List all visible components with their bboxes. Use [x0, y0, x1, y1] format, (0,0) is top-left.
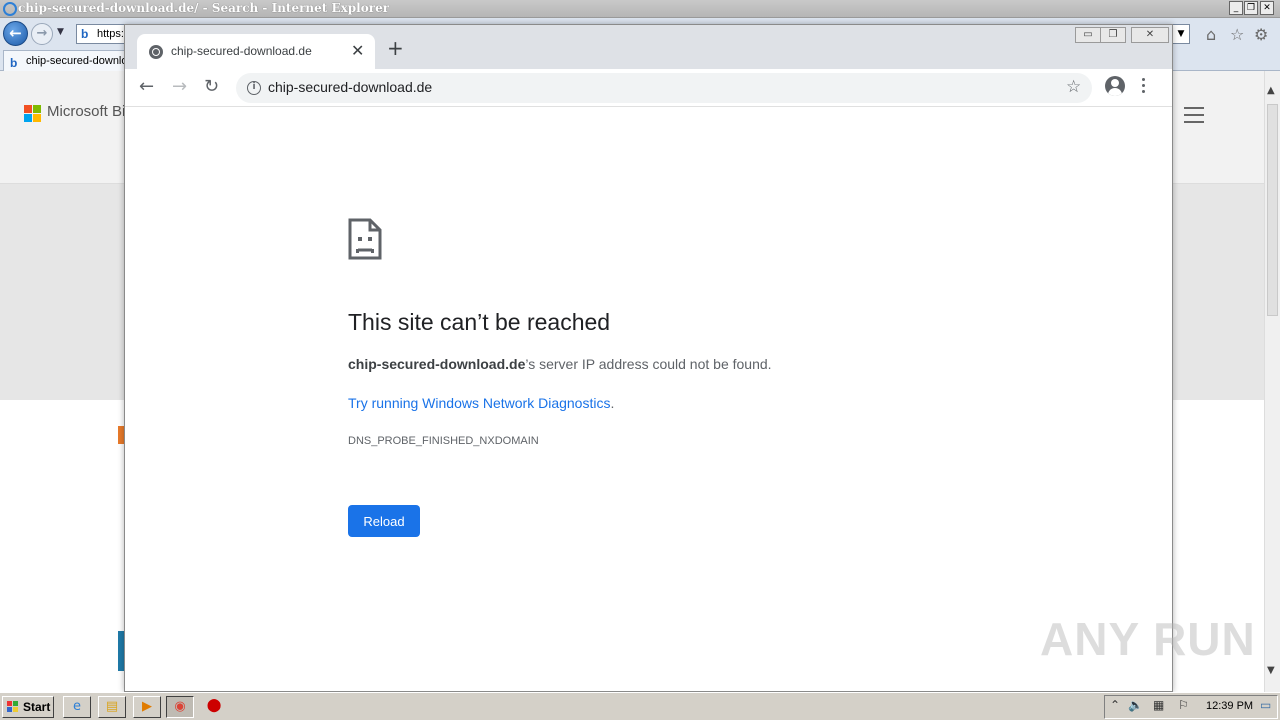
network-diagnostics-link[interactable]: Try running Windows Network Diagnostics: [348, 395, 610, 411]
microsoft-logo-icon: [24, 105, 41, 122]
ie-address-dropdown-icon[interactable]: ▼: [1172, 24, 1190, 44]
ie-address-bar[interactable]: b https:: [76, 24, 126, 44]
sad-page-icon: [348, 218, 382, 260]
bookmark-star-icon[interactable]: ☆: [1066, 77, 1081, 97]
ie-title-bar: chip-secured-download.de/ - Search - Int…: [0, 0, 1280, 18]
action-center-flag-icon[interactable]: ⚐: [1178, 698, 1189, 712]
error-title: This site can’t be reached: [348, 309, 611, 335]
ie-tools-gear-icon[interactable]: ⚙: [1254, 25, 1268, 44]
error-code: DNS_PROBE_FINISHED_NXDOMAIN: [348, 435, 539, 447]
start-label: Start: [23, 700, 51, 714]
ie-vertical-scrollbar[interactable]: ▲ ▼: [1264, 71, 1280, 692]
taskbar-ie-icon[interactable]: e: [63, 696, 91, 718]
ie-minimize-button[interactable]: _: [1229, 1, 1243, 15]
omnibox[interactable]: i chip-secured-download.de ☆: [236, 73, 1092, 103]
scrollbar-thumb[interactable]: [1267, 104, 1278, 316]
bing-favicon-icon: b: [10, 56, 18, 70]
reload-icon[interactable]: ↻: [204, 77, 219, 97]
ie-window-title: chip-secured-download.de/ - Search - Int…: [18, 1, 390, 15]
ie-forward-button[interactable]: →: [31, 23, 53, 45]
chrome-close-button[interactable]: ✕: [1131, 27, 1169, 43]
error-message: chip-secured-download.de’s server IP add…: [348, 356, 772, 372]
bing-favicon-icon: b: [81, 27, 89, 41]
chrome-restore-button[interactable]: ❐: [1100, 27, 1126, 43]
ie-back-button[interactable]: ←: [3, 21, 28, 46]
network-diagnostics-link-line: Try running Windows Network Diagnostics.: [348, 395, 614, 411]
show-desktop-icon[interactable]: ▭: [1260, 698, 1271, 712]
close-tab-icon[interactable]: ✕: [351, 41, 364, 60]
start-button[interactable]: Start: [2, 696, 54, 718]
error-host: chip-secured-download.de: [348, 356, 526, 372]
taskbar-chrome-icon[interactable]: ◉: [166, 696, 194, 718]
anyrun-watermark: ANY RUN: [1040, 613, 1256, 665]
chrome-toolbar: ← → ↻ i chip-secured-download.de ☆: [125, 69, 1172, 107]
ie-history-dropdown-icon[interactable]: ▼: [57, 27, 64, 37]
chrome-tab-title: chip-secured-download.de: [171, 44, 312, 58]
site-info-icon[interactable]: i: [247, 81, 261, 95]
error-message-suffix: ’s server IP address could not be found.: [525, 356, 772, 372]
reload-button[interactable]: Reload: [348, 505, 420, 537]
taskbar-explorer-icon[interactable]: ▤: [98, 696, 126, 718]
internet-explorer-icon: [3, 2, 17, 16]
ie-favorites-icon[interactable]: ☆: [1230, 25, 1244, 44]
chrome-window: chip-secured-download.de ✕ + ▭ ❐ ✕ ← → ↻…: [124, 24, 1173, 692]
forward-arrow-icon[interactable]: →: [172, 77, 187, 97]
scroll-up-icon[interactable]: ▲: [1267, 85, 1275, 96]
account-icon[interactable]: [1105, 76, 1125, 96]
bing-brand-text: Microsoft Bi: [47, 103, 126, 120]
chrome-minimize-button[interactable]: ▭: [1075, 27, 1101, 43]
new-tab-button[interactable]: +: [387, 38, 404, 58]
volume-icon[interactable]: 🔈: [1128, 698, 1143, 712]
omnibox-url[interactable]: chip-secured-download.de: [268, 79, 432, 95]
scroll-down-icon[interactable]: ▼: [1267, 665, 1275, 676]
hamburger-menu-icon[interactable]: [1184, 107, 1204, 128]
taskbar-media-player-icon[interactable]: ▶: [133, 696, 161, 718]
back-arrow-icon[interactable]: ←: [139, 77, 154, 97]
windows-flag-icon: [7, 701, 19, 713]
taskbar-security-alert-icon[interactable]: ⬤: [200, 696, 228, 718]
diagnostics-period: .: [610, 395, 615, 411]
chrome-tab[interactable]: chip-secured-download.de ✕: [137, 34, 375, 69]
tray-expand-icon[interactable]: ⌃: [1110, 698, 1120, 712]
ie-tab-label: chip-secured-downlo: [26, 55, 127, 67]
chrome-tab-strip: chip-secured-download.de ✕ + ▭ ❐ ✕: [125, 25, 1172, 69]
globe-icon: [149, 45, 163, 59]
ie-tab[interactable]: b chip-secured-downlo: [3, 50, 127, 71]
chrome-menu-icon[interactable]: [1142, 78, 1146, 96]
ie-maximize-button[interactable]: ❐: [1244, 1, 1258, 15]
ie-home-icon[interactable]: ⌂: [1206, 25, 1216, 44]
clock[interactable]: 12:39 PM: [1206, 700, 1253, 712]
ie-close-button[interactable]: ✕: [1260, 1, 1274, 15]
network-icon[interactable]: ▦: [1153, 698, 1164, 712]
taskbar: Start e ▤ ▶ ◉ ⬤ ⌃ 🔈 ▦ ⚐ 12:39 PM ▭: [0, 692, 1280, 720]
ie-address-text: https:: [97, 28, 124, 40]
